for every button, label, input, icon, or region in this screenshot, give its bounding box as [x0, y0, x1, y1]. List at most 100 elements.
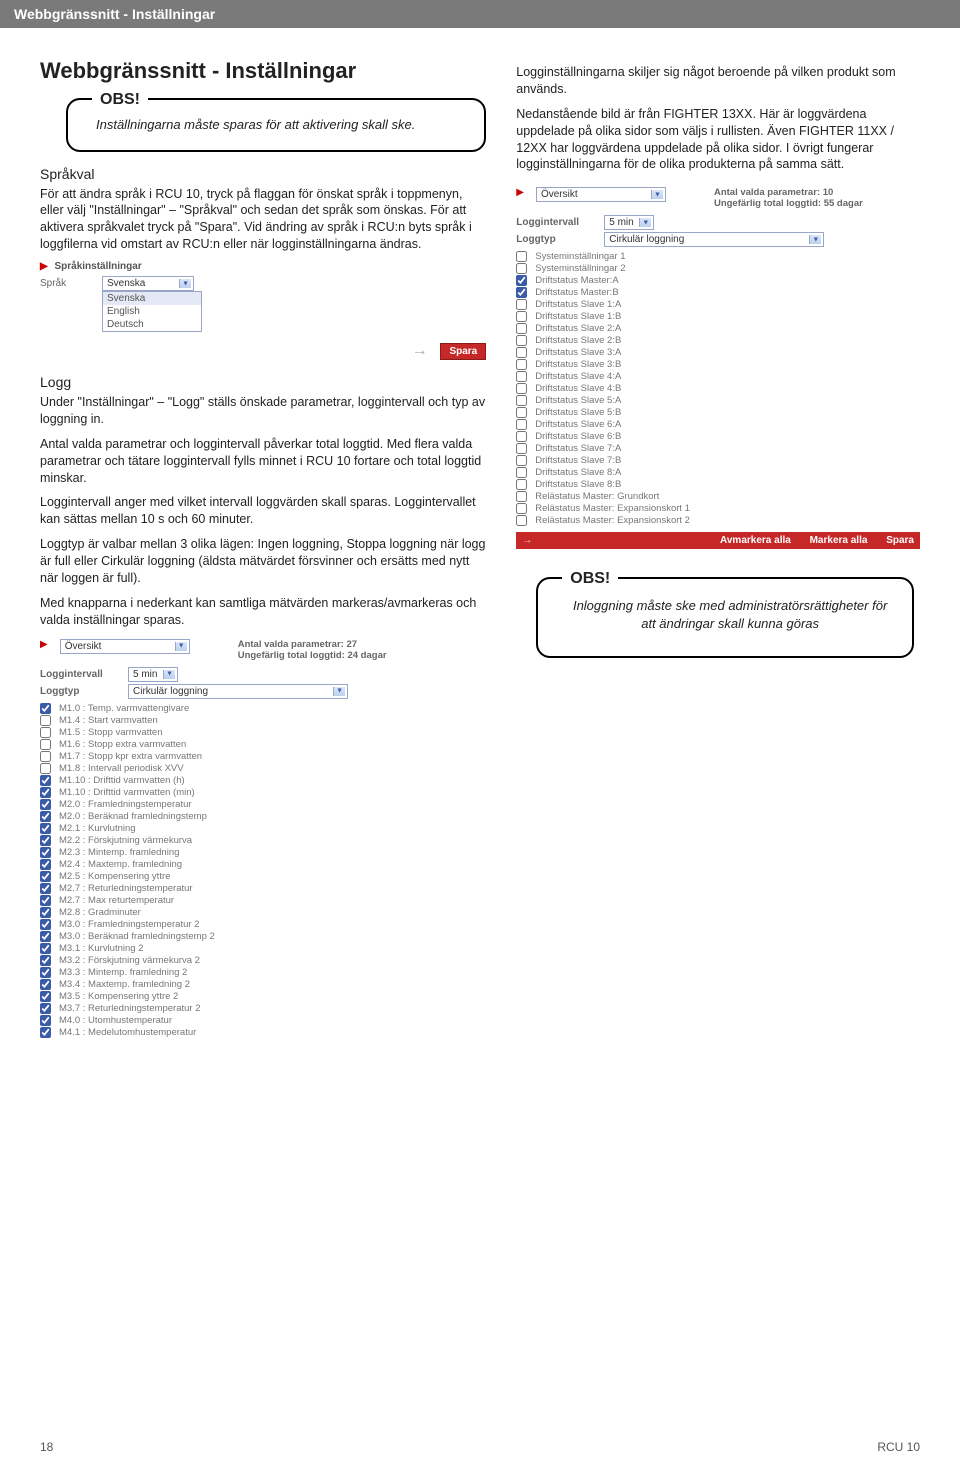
list-item-label: Systeminställningar 1 [535, 251, 625, 262]
list-item: Driftstatus Slave 2:A [516, 323, 920, 334]
sprak-option[interactable]: Svenska [103, 292, 201, 305]
interval-select-right[interactable]: 5 min ▼ [604, 215, 654, 230]
type-select-left[interactable]: Cirkulär loggning ▼ [128, 684, 348, 699]
list-item-label: Driftstatus Slave 6:A [535, 419, 621, 430]
checkbox[interactable] [516, 275, 527, 286]
checkbox[interactable] [516, 251, 527, 262]
checkbox[interactable] [40, 823, 51, 834]
sprak-select[interactable]: Svenska ▼ [102, 276, 194, 291]
list-item-label: Driftstatus Slave 6:B [535, 431, 621, 442]
sprak-save-button[interactable]: Spara [440, 343, 486, 360]
checkbox[interactable] [516, 467, 527, 478]
sprak-dropdown[interactable]: SvenskaEnglishDeutsch [102, 291, 202, 332]
checkbox[interactable] [516, 443, 527, 454]
checkbox[interactable] [40, 859, 51, 870]
list-item: Driftstatus Slave 8:A [516, 467, 920, 478]
checkbox[interactable] [40, 991, 51, 1002]
list-item: M1.0 : Temp. varmvattengivare [40, 703, 486, 714]
checkbox[interactable] [516, 419, 527, 430]
checkbox[interactable] [40, 943, 51, 954]
list-item-label: Relästatus Master: Grundkort [535, 491, 659, 502]
oversikt-select-right[interactable]: Översikt ▼ [536, 187, 666, 202]
header-bar: Webbgränssnitt - Inställningar [0, 0, 960, 28]
header-title: Webbgränssnitt - Inställningar [14, 6, 215, 22]
type-select-right[interactable]: Cirkulär loggning ▼ [604, 232, 824, 247]
checkbox[interactable] [40, 787, 51, 798]
triangle-icon: ▶ [516, 187, 524, 198]
checkbox[interactable] [516, 287, 527, 298]
checkbox[interactable] [516, 335, 527, 346]
checkbox[interactable] [516, 395, 527, 406]
checkbox[interactable] [40, 1003, 51, 1014]
checkbox[interactable] [516, 323, 527, 334]
checkbox[interactable] [40, 907, 51, 918]
checkbox[interactable] [40, 727, 51, 738]
checkbox[interactable] [40, 871, 51, 882]
chevron-down-icon: ▼ [182, 280, 189, 287]
list-item-label: Driftstatus Slave 8:B [535, 479, 621, 490]
checkbox[interactable] [516, 407, 527, 418]
checkbox[interactable] [40, 883, 51, 894]
logg-p2: Antal valda parametrar och loggintervall… [40, 436, 486, 487]
checkbox[interactable] [40, 799, 51, 810]
checkbox[interactable] [40, 919, 51, 930]
checkbox[interactable] [516, 431, 527, 442]
checkbox[interactable] [516, 311, 527, 322]
checkbox[interactable] [40, 931, 51, 942]
checkbox[interactable] [40, 763, 51, 774]
list-item-label: M1.7 : Stopp kpr extra varmvatten [59, 751, 202, 762]
checkbox[interactable] [516, 455, 527, 466]
checkbox[interactable] [516, 347, 527, 358]
checkbox[interactable] [516, 515, 527, 526]
sprak-option[interactable]: Deutsch [103, 318, 201, 331]
checkbox[interactable] [516, 491, 527, 502]
save-button[interactable]: Spara [886, 535, 914, 546]
list-item-label: Driftstatus Slave 7:B [535, 455, 621, 466]
checkbox[interactable] [40, 847, 51, 858]
obs-box-bottom: OBS! Inloggning måste ske med administra… [536, 577, 914, 657]
checkbox[interactable] [40, 895, 51, 906]
oversikt-value-left: Översikt [65, 641, 102, 652]
left-meta-2: Ungefärlig total loggtid: 24 dagar [238, 650, 387, 661]
checkbox[interactable] [40, 703, 51, 714]
checkbox[interactable] [516, 371, 527, 382]
list-item-label: M2.2 : Förskjutning värmekurva [59, 835, 192, 846]
sprak-option[interactable]: English [103, 305, 201, 318]
list-item-label: M3.4 : Maxtemp. framledning 2 [59, 979, 190, 990]
checkbox[interactable] [516, 359, 527, 370]
checkbox[interactable] [40, 715, 51, 726]
checkbox[interactable] [516, 479, 527, 490]
list-item: M3.2 : Förskjutning värmekurva 2 [40, 955, 486, 966]
checkbox[interactable] [40, 979, 51, 990]
list-item: Relästatus Master: Expansionskort 2 [516, 515, 920, 526]
list-item: Driftstatus Slave 3:B [516, 359, 920, 370]
chevron-down-icon: ▼ [642, 219, 649, 226]
checkbox[interactable] [40, 739, 51, 750]
checkbox[interactable] [40, 955, 51, 966]
interval-label-right: Loggintervall [516, 217, 596, 228]
list-item-label: M1.8 : Intervall periodisk XVV [59, 763, 184, 774]
checkbox[interactable] [516, 299, 527, 310]
interval-label-left: Loggintervall [40, 669, 120, 680]
checkbox[interactable] [516, 263, 527, 274]
list-item: Driftstatus Slave 2:B [516, 335, 920, 346]
checkbox[interactable] [40, 967, 51, 978]
obs-box-top: OBS! Inställningarna måste sparas för at… [66, 98, 486, 152]
select-all-button[interactable]: Markera alla [810, 535, 868, 546]
checkbox[interactable] [40, 811, 51, 822]
checkbox[interactable] [40, 751, 51, 762]
checkbox[interactable] [40, 1027, 51, 1038]
checkbox[interactable] [40, 1015, 51, 1026]
page-number: 18 [40, 1440, 53, 1454]
deselect-all-button[interactable]: Avmarkera alla [720, 535, 791, 546]
checkbox[interactable] [516, 383, 527, 394]
checkbox[interactable] [516, 503, 527, 514]
sprakval-heading: Språkval [40, 166, 486, 182]
oversikt-select-left[interactable]: Översikt ▼ [60, 639, 190, 654]
list-item-label: M4.0 : Utomhustemperatur [59, 1015, 172, 1026]
list-item: M2.5 : Kompensering yttre [40, 871, 486, 882]
list-item: M2.7 : Max returtemperatur [40, 895, 486, 906]
interval-select-left[interactable]: 5 min ▼ [128, 667, 178, 682]
checkbox[interactable] [40, 775, 51, 786]
checkbox[interactable] [40, 835, 51, 846]
